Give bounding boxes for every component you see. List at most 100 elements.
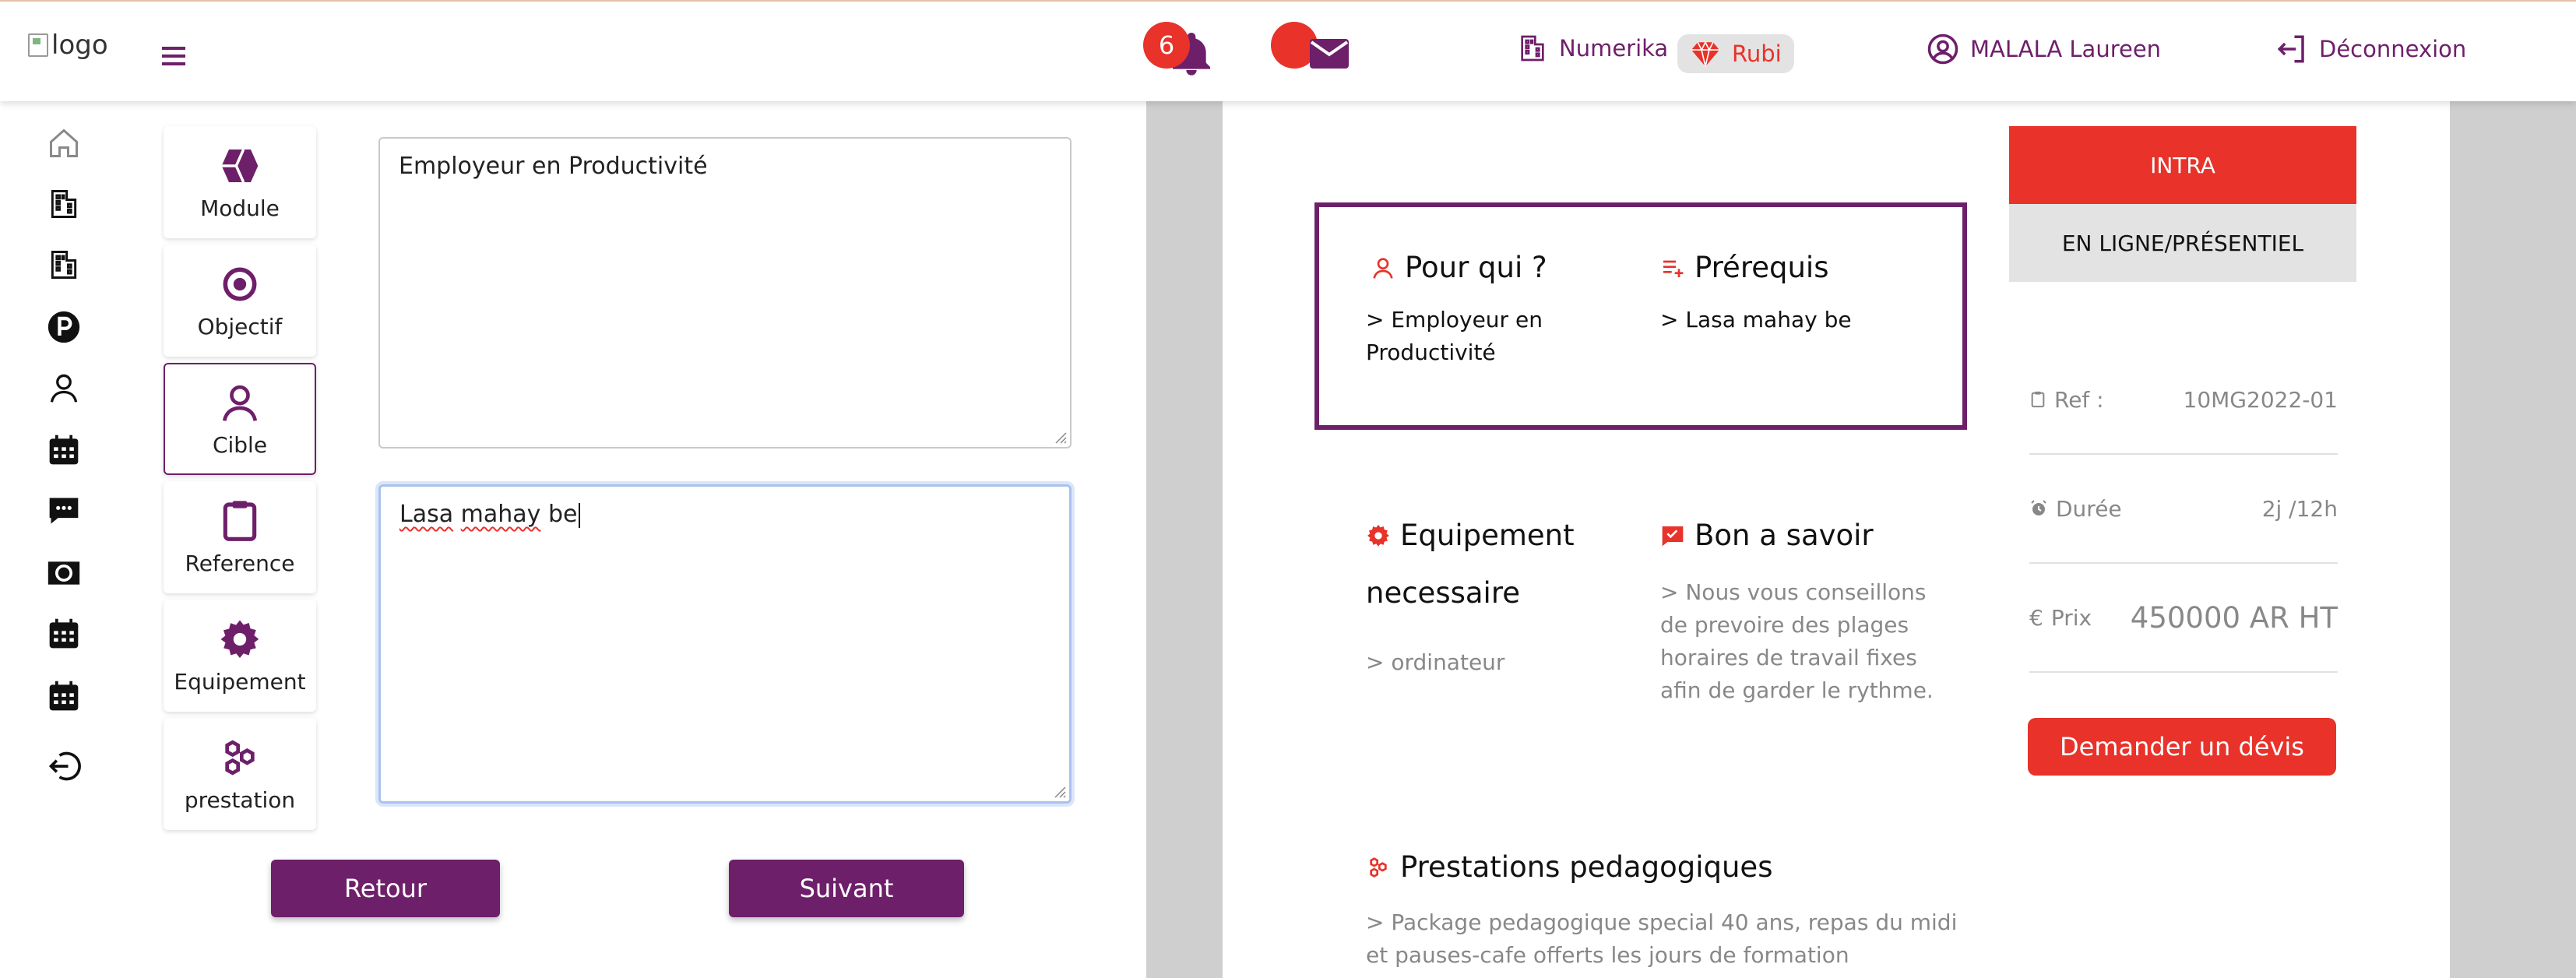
textarea-value: Employeur en Productivité xyxy=(399,153,708,180)
tab-label: Equipement xyxy=(174,668,306,695)
tab-reference[interactable]: Reference xyxy=(164,481,316,593)
prix-label: € Prix xyxy=(2029,605,2092,631)
tab-label: Cible xyxy=(212,431,268,458)
duree-label-text: Durée xyxy=(2056,495,2122,522)
tab-label: prestation xyxy=(184,786,296,813)
duree-value: 2j /12h xyxy=(2261,495,2338,522)
prestations-line: > Package pedagogique special 40 ans, re… xyxy=(1366,909,1958,935)
equipement-title: Equipement xyxy=(1366,519,1575,552)
tab-label: Module xyxy=(200,195,280,221)
bon-a-savoir-text: > Nous vous conseillons de prevoire des … xyxy=(1660,576,1934,707)
gear-icon xyxy=(220,620,259,658)
numerika-label: Numerika xyxy=(1559,35,1669,62)
tab-module[interactable]: Module xyxy=(164,126,316,238)
user-icon[interactable] xyxy=(47,371,81,405)
equipement-title-line2: necessaire xyxy=(1366,576,1520,610)
bon-a-savoir-line: horaires de travail fixes xyxy=(1660,645,1917,670)
bon-a-savoir-label: Bon a savoir xyxy=(1694,519,1874,552)
next-button[interactable]: Suivant xyxy=(729,860,964,917)
calendar-icon[interactable] xyxy=(47,617,81,651)
user-name: MALALA Laureen xyxy=(1970,36,2162,62)
resize-handle-icon[interactable] xyxy=(1052,784,1066,798)
target-audience-textarea[interactable]: Employeur en Productivité xyxy=(378,137,1072,449)
ref-label-text: Ref : xyxy=(2054,386,2104,413)
prix-value: 450000 AR HT xyxy=(2130,600,2338,635)
gear-icon xyxy=(1367,524,1389,547)
textarea-value-word: mahay xyxy=(460,501,541,528)
equipement-label: Equipement xyxy=(1400,519,1575,552)
euro-icon: € xyxy=(2029,604,2043,631)
user-icon xyxy=(222,385,258,421)
text-caret xyxy=(579,502,581,528)
notification-badge: 6 xyxy=(1143,22,1190,69)
tab-equipement[interactable]: Equipement xyxy=(164,600,316,712)
intra-badge[interactable]: INTRA xyxy=(2009,126,2356,204)
prestations-line: et pauses-cafe offerts les jours de form… xyxy=(1366,942,1849,968)
logout-link[interactable]: Déconnexion xyxy=(2275,33,2466,65)
prix-row: € Prix 450000 AR HT xyxy=(2029,564,2338,673)
calendar-icon[interactable] xyxy=(47,433,81,467)
hexagons-icon xyxy=(225,739,255,776)
chat-check-icon xyxy=(1662,526,1684,546)
tab-label: Reference xyxy=(185,550,295,576)
prerequis-text: > Lasa mahay be xyxy=(1660,307,1852,332)
home-icon[interactable] xyxy=(47,126,81,160)
parking-icon[interactable] xyxy=(47,310,81,344)
menu-icon[interactable] xyxy=(160,45,188,67)
equipement-text: > ordinateur xyxy=(1366,649,1505,675)
prix-label-text: Prix xyxy=(2050,604,2092,631)
target-icon xyxy=(223,267,257,301)
building-icon xyxy=(1521,35,1544,62)
clipboard-icon xyxy=(2031,391,2045,408)
textarea-value-word: Lasa xyxy=(399,501,454,528)
tab-cible[interactable]: Cible xyxy=(164,363,316,475)
back-button[interactable]: Retour xyxy=(271,860,500,917)
pour-qui-line: > Employeur en xyxy=(1366,307,1543,332)
mail-icon[interactable] xyxy=(1308,37,1350,70)
building-icon[interactable] xyxy=(47,187,81,221)
prerequis-label: Prérequis xyxy=(1694,251,1829,284)
money-icon[interactable] xyxy=(47,556,81,590)
duree-row: Durée 2j /12h xyxy=(2029,455,2338,564)
equipement-label: necessaire xyxy=(1366,576,1520,610)
user-menu[interactable]: MALALA Laureen xyxy=(1927,33,2161,65)
cube-icon xyxy=(221,148,259,183)
top-bar: logo 6 Numerika Rubi MALALA Laureen Déco… xyxy=(0,0,2576,101)
list-add-icon xyxy=(1663,260,1684,277)
prestations-text: > Package pedagogique special 40 ans, re… xyxy=(1366,906,1957,972)
chat-icon[interactable] xyxy=(47,494,81,528)
bon-a-savoir-line: afin de garder le rythme. xyxy=(1660,677,1934,703)
calendar-icon[interactable] xyxy=(47,679,81,713)
building-icon[interactable] xyxy=(47,248,81,282)
ref-value: 10MG2022-01 xyxy=(2183,386,2338,413)
mode-badge[interactable]: EN LIGNE/PRÉSENTIEL xyxy=(2009,204,2356,282)
tab-label: Objectif xyxy=(197,313,283,339)
ref-label: Ref : xyxy=(2029,387,2104,413)
pour-qui-label: Pour qui ? xyxy=(1405,251,1547,284)
tab-prestation[interactable]: prestation xyxy=(164,718,316,830)
broken-image-icon xyxy=(28,33,48,57)
ref-row: Ref : 10MG2022-01 xyxy=(2029,346,2338,455)
logout-icon[interactable] xyxy=(47,749,81,783)
duree-label: Durée xyxy=(2029,496,2122,522)
user-circle-icon xyxy=(1927,33,1958,65)
bon-a-savoir-title: Bon a savoir xyxy=(1660,519,1874,552)
resize-handle-icon[interactable] xyxy=(1053,430,1067,444)
numerika-link[interactable]: Numerika xyxy=(1517,33,1668,64)
clipboard-icon xyxy=(223,500,257,541)
hexagons-icon xyxy=(1370,857,1387,878)
logo[interactable]: logo xyxy=(28,30,108,61)
logout-icon xyxy=(2277,35,2304,63)
prerequisites-textarea[interactable]: Lasa mahay be xyxy=(378,484,1072,804)
logo-alt-text: logo xyxy=(51,30,108,61)
pour-qui-line: Productivité xyxy=(1366,339,1496,365)
preview-page: Pour qui ? > Employeur en Productivité P… xyxy=(1223,100,2450,978)
sidebar xyxy=(0,100,107,978)
pour-qui-title: Pour qui ? xyxy=(1371,251,1547,284)
pour-qui-text: > Employeur en Productivité xyxy=(1366,304,1543,369)
tab-objectif[interactable]: Objectif xyxy=(164,244,316,357)
rubi-link[interactable]: Rubi xyxy=(1677,34,1794,73)
request-quote-button[interactable]: Demander un dévis xyxy=(2028,718,2336,776)
user-icon xyxy=(1373,257,1393,279)
alarm-clock-icon xyxy=(2031,500,2046,515)
